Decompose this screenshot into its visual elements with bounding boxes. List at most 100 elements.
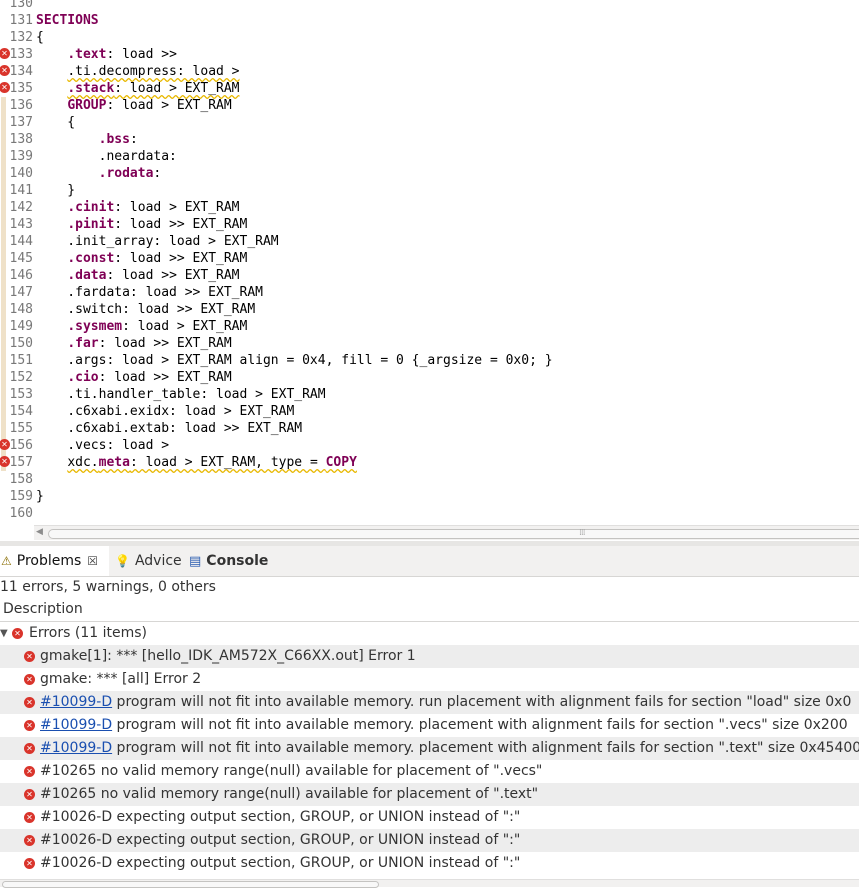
code-text: .fardata: load >> EXT_RAM [36,284,263,301]
problem-description: #10265 no valid memory range(null) avail… [40,760,542,783]
error-icon: ✕ [24,697,35,708]
change-bar [1,131,6,148]
code-line[interactable]: 153 .ti.handler_table: load > EXT_RAM [0,386,859,403]
problem-row[interactable]: ✕ #10026-D expecting output section, GROU… [0,852,859,875]
code-token: .vecs: load > [36,438,170,453]
error-code-link[interactable]: #10099-D [40,740,112,756]
line-number: 135 [9,81,33,96]
change-bar [1,335,6,352]
code-line[interactable]: 142 .cinit: load > EXT_RAM [0,199,859,216]
line-number: 147 [9,285,33,300]
change-bar [1,233,6,250]
code-token: : load >> EXT_RAM [98,336,232,351]
line-number: 152 [9,370,33,385]
tab-console[interactable]: ▤ Console [189,546,269,576]
code-line[interactable]: 158 [0,471,859,488]
problem-row[interactable]: ✕ #10265 no valid memory range(null) avai… [0,783,859,806]
code-line[interactable]: ✕ 135 .stack: load > EXT_RAM [0,80,859,97]
code-token: .bss [98,132,130,147]
code-line[interactable]: 132{ [0,29,859,46]
line-number: 160 [9,506,33,521]
change-bar [1,250,6,267]
scrollbar-thumb[interactable]: ⁞⁞⁞ [48,528,859,539]
code-line[interactable]: 155 .c6xabi.extab: load >> EXT_RAM [0,420,859,437]
code-line[interactable]: 146 .data: load >> EXT_RAM [0,267,859,284]
editor-horizontal-scrollbar[interactable]: ◀ ⁞⁞⁞ [34,525,859,540]
code-line[interactable]: 138 .bss: [0,131,859,148]
code-line[interactable]: 149 .sysmem: load > EXT_RAM [0,318,859,335]
problem-row[interactable]: ✕ #10099-D program will not fit into avai… [0,691,859,714]
code-line[interactable]: 141 } [0,182,859,199]
code-line[interactable]: 160 [0,505,859,522]
code-editor[interactable]: 130 131 SECTIONS 132{✕ 133 .text: load >> ✕ 13… [0,0,859,540]
code-line[interactable]: 137 { [0,114,859,131]
expand-twistie-icon[interactable]: ▼ [0,622,8,645]
code-token: } [36,489,44,504]
problem-message: #10026-D expecting output section, GROUP… [40,809,521,825]
problem-row[interactable]: ✕ #10026-D expecting output section, GROU… [0,829,859,852]
problem-message: #10265 no valid memory range(null) avail… [40,763,543,779]
code-line[interactable]: 147 .fardata: load >> EXT_RAM [0,284,859,301]
grip-icon: ⁞⁞⁞ [579,528,586,538]
line-number: 157 [9,455,33,470]
line-number: 156 [9,438,33,453]
code-line[interactable]: 130 [0,0,859,12]
code-token: : load >> EXT_RAM [114,251,248,266]
code-line[interactable]: 140 .rodata: [0,165,859,182]
problem-row[interactable]: ✕ #10265 no valid memory range(null) avai… [0,760,859,783]
scroll-left-icon[interactable]: ◀ [36,527,43,537]
code-line[interactable]: 144 .init_array: load > EXT_RAM [0,233,859,250]
code-line[interactable]: 131 SECTIONS [0,12,859,29]
problem-row[interactable]: ✕ gmake: *** [all] Error 2 [0,668,859,691]
code-text: GROUP: load > EXT_RAM [36,97,231,114]
change-bar [1,301,6,318]
code-line[interactable]: ✕ 134 .ti.decompress: load > [0,63,859,80]
code-line[interactable]: 152 .cio: load >> EXT_RAM [0,369,859,386]
problem-row[interactable]: ✕ #10099-D program will not fit into avai… [0,714,859,737]
code-line[interactable]: 145 .const: load >> EXT_RAM [0,250,859,267]
tab-advice[interactable]: 💡 Advice [115,546,185,576]
errors-group-row[interactable]: ▼ ✕ Errors (11 items) [0,622,859,645]
line-number: 138 [9,132,33,147]
code-line[interactable]: 148 .switch: load >> EXT_RAM [0,301,859,318]
code-line[interactable]: ✕ 157 xdc.meta: load > EXT_RAM, type = CO… [0,454,859,471]
code-token: meta [98,455,130,470]
code-line[interactable]: 154 .c6xabi.exidx: load > EXT_RAM [0,403,859,420]
code-token: .cinit [67,200,115,215]
column-header-label: Description [3,601,83,617]
code-line[interactable]: 139 .neardata: [0,148,859,165]
code-line[interactable]: ✕ 133 .text: load >> [0,46,859,63]
code-line[interactable]: 143 .pinit: load >> EXT_RAM [0,216,859,233]
problem-message: gmake: *** [all] Error 2 [40,671,202,687]
tab-problems[interactable]: ⚠ Problems ☒ [0,546,109,576]
problem-row[interactable]: ✕ gmake[1]: *** [hello_IDK_AM572X_C66XX.o… [0,645,859,668]
error-icon: ✕ [24,674,35,685]
column-header-description[interactable]: Description [0,599,859,622]
code-token: : load >> EXT_RAM [98,370,232,385]
code-line[interactable]: 159} [0,488,859,505]
line-number: 137 [9,115,33,130]
problem-description: #10026-D expecting output section, GROUP… [40,852,520,875]
close-icon[interactable]: ☒ [87,554,98,568]
problem-row[interactable]: ✕ #10099-D program will not fit into avai… [0,737,859,760]
error-code-link[interactable]: #10099-D [40,694,112,710]
error-icon: ✕ [12,628,23,639]
scrollbar-thumb[interactable] [2,881,379,888]
problem-message: #10026-D expecting output section, GROUP… [40,832,521,848]
code-line[interactable]: 151 .args: load > EXT_RAM align = 0x4, f… [0,352,859,369]
code-line[interactable]: 136 GROUP: load > EXT_RAM [0,97,859,114]
code-line[interactable]: ✕ 156 .vecs: load > [0,437,859,454]
code-text: .const: load >> EXT_RAM [36,250,247,267]
problem-row[interactable]: ✕ #10026-D expecting output section, GROU… [0,806,859,829]
problem-description: #10099-D program will not fit into avail… [40,714,848,737]
code-line[interactable]: 150 .far: load >> EXT_RAM [0,335,859,352]
error-code-link[interactable]: #10099-D [40,717,112,733]
problem-message: gmake[1]: *** [hello_IDK_AM572X_C66XX.ou… [40,648,416,664]
line-number: 155 [9,421,33,436]
